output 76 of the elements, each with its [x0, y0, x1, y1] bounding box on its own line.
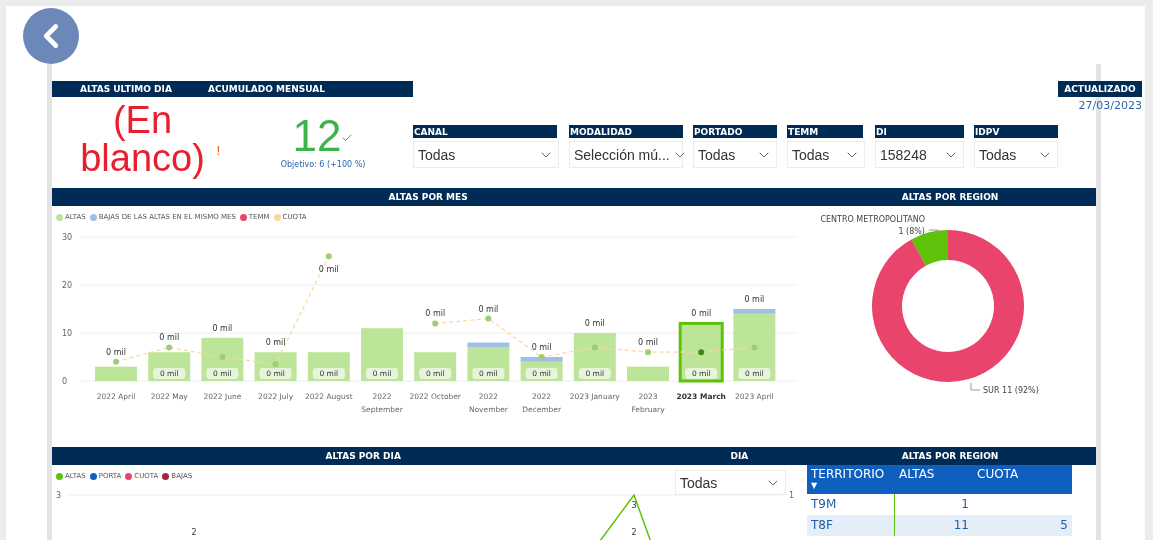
data-label: 2 — [191, 528, 197, 537]
data-label: 0 mil — [265, 338, 286, 348]
data-point — [485, 315, 492, 322]
kpi-target: Objetivo: 6 (+100 %) — [280, 160, 366, 169]
data-label: 0 mil — [212, 323, 233, 333]
data-point — [325, 253, 332, 260]
sort-icon: ▼ — [811, 481, 891, 490]
data-label: 0 mil — [478, 304, 499, 314]
bar[interactable] — [467, 342, 510, 348]
slicer-label: TEMM — [787, 125, 863, 138]
data-point — [591, 344, 598, 351]
back-button[interactable] — [23, 8, 79, 64]
section-title: ALTAS POR MES — [387, 192, 469, 202]
axis-tick: 20 — [62, 281, 73, 290]
data-label: 1 (8%) — [898, 227, 925, 236]
section-title: ACUMULADO MENSUAL — [207, 84, 325, 94]
section-title: ALTAS POR REGION — [900, 192, 1000, 202]
table-cell: T8F — [807, 515, 895, 536]
data-point — [538, 354, 545, 360]
kpi-value: 12 — [292, 114, 342, 158]
data-label: 0 mil — [744, 295, 765, 304]
warning-mark: ! — [215, 143, 221, 158]
column-header[interactable]: TERRITORIO ▼ — [807, 465, 895, 494]
data-label: 0 mil — [638, 338, 658, 348]
bar[interactable] — [733, 309, 776, 314]
axis-tick: 1 — [789, 491, 795, 500]
leader-line — [970, 382, 981, 391]
data-label: 0 mil — [531, 343, 552, 352]
data-label: 0 mil — [691, 309, 712, 319]
table-cell-text: 1 — [960, 496, 970, 513]
dropdown[interactable]: Selección mú... — [569, 141, 683, 168]
data-point — [432, 320, 439, 327]
data-point — [272, 361, 279, 368]
dropdown[interactable]: Todas — [974, 141, 1058, 168]
data-point — [698, 349, 705, 356]
axis-tick: 30 — [62, 233, 73, 242]
leader-line — [928, 229, 939, 237]
table-cell-text: 11 — [952, 517, 970, 534]
updated-date: 27/03/2023 — [1078, 99, 1142, 112]
dropdown[interactable]: Todas — [693, 141, 777, 168]
data-point — [113, 358, 119, 365]
axis-tick: 10 — [62, 329, 73, 338]
data-label: 2 — [631, 528, 637, 537]
data-point — [751, 344, 758, 351]
dropdown[interactable]: Todas — [413, 141, 559, 168]
data-label: 0 mil — [106, 347, 126, 357]
data-label: SUR 11 (92%) — [983, 386, 1039, 395]
data-label: 0 mil — [584, 319, 605, 328]
data-label: 0 mil — [159, 333, 180, 343]
section-title: DIA — [729, 451, 750, 461]
slicer-label: DI — [875, 125, 964, 138]
section-title: ALTAS POR REGION — [900, 451, 1000, 461]
data-label: 0 mil — [425, 309, 446, 319]
kpi-value: (En blanco) — [79, 101, 206, 177]
data-point — [645, 349, 651, 356]
slicer-label: MODALIDAD — [569, 125, 683, 138]
data-label: 0 mil — [318, 265, 339, 275]
dropdown[interactable]: 158248 — [875, 141, 964, 168]
data-point — [219, 354, 226, 360]
dropdown[interactable]: Todas — [787, 141, 865, 168]
slicer-label: CANAL — [413, 125, 557, 138]
section-title: ALTAS POR DIA — [324, 451, 402, 461]
axis-tick: 3 — [56, 491, 62, 500]
updated-label: ACTUALIZADO — [1058, 81, 1142, 97]
slicer-label: PORTADO — [693, 125, 777, 138]
category-label: CENTRO METROPOLITANO — [820, 215, 925, 224]
table-cell-text: 5 — [1059, 517, 1069, 534]
data-label: 3 — [631, 501, 637, 510]
column-header[interactable]: CUOTA — [973, 465, 1072, 494]
bar[interactable] — [520, 357, 563, 362]
data-point — [166, 344, 173, 351]
slicer-label: IDPV — [974, 125, 1058, 138]
day-dropdown[interactable]: Todas — [675, 470, 786, 495]
section-title: ALTAS ULTIMO DIA — [80, 84, 172, 94]
axis-tick: 0 — [62, 377, 68, 386]
column-header[interactable]: ALTAS — [895, 465, 973, 494]
